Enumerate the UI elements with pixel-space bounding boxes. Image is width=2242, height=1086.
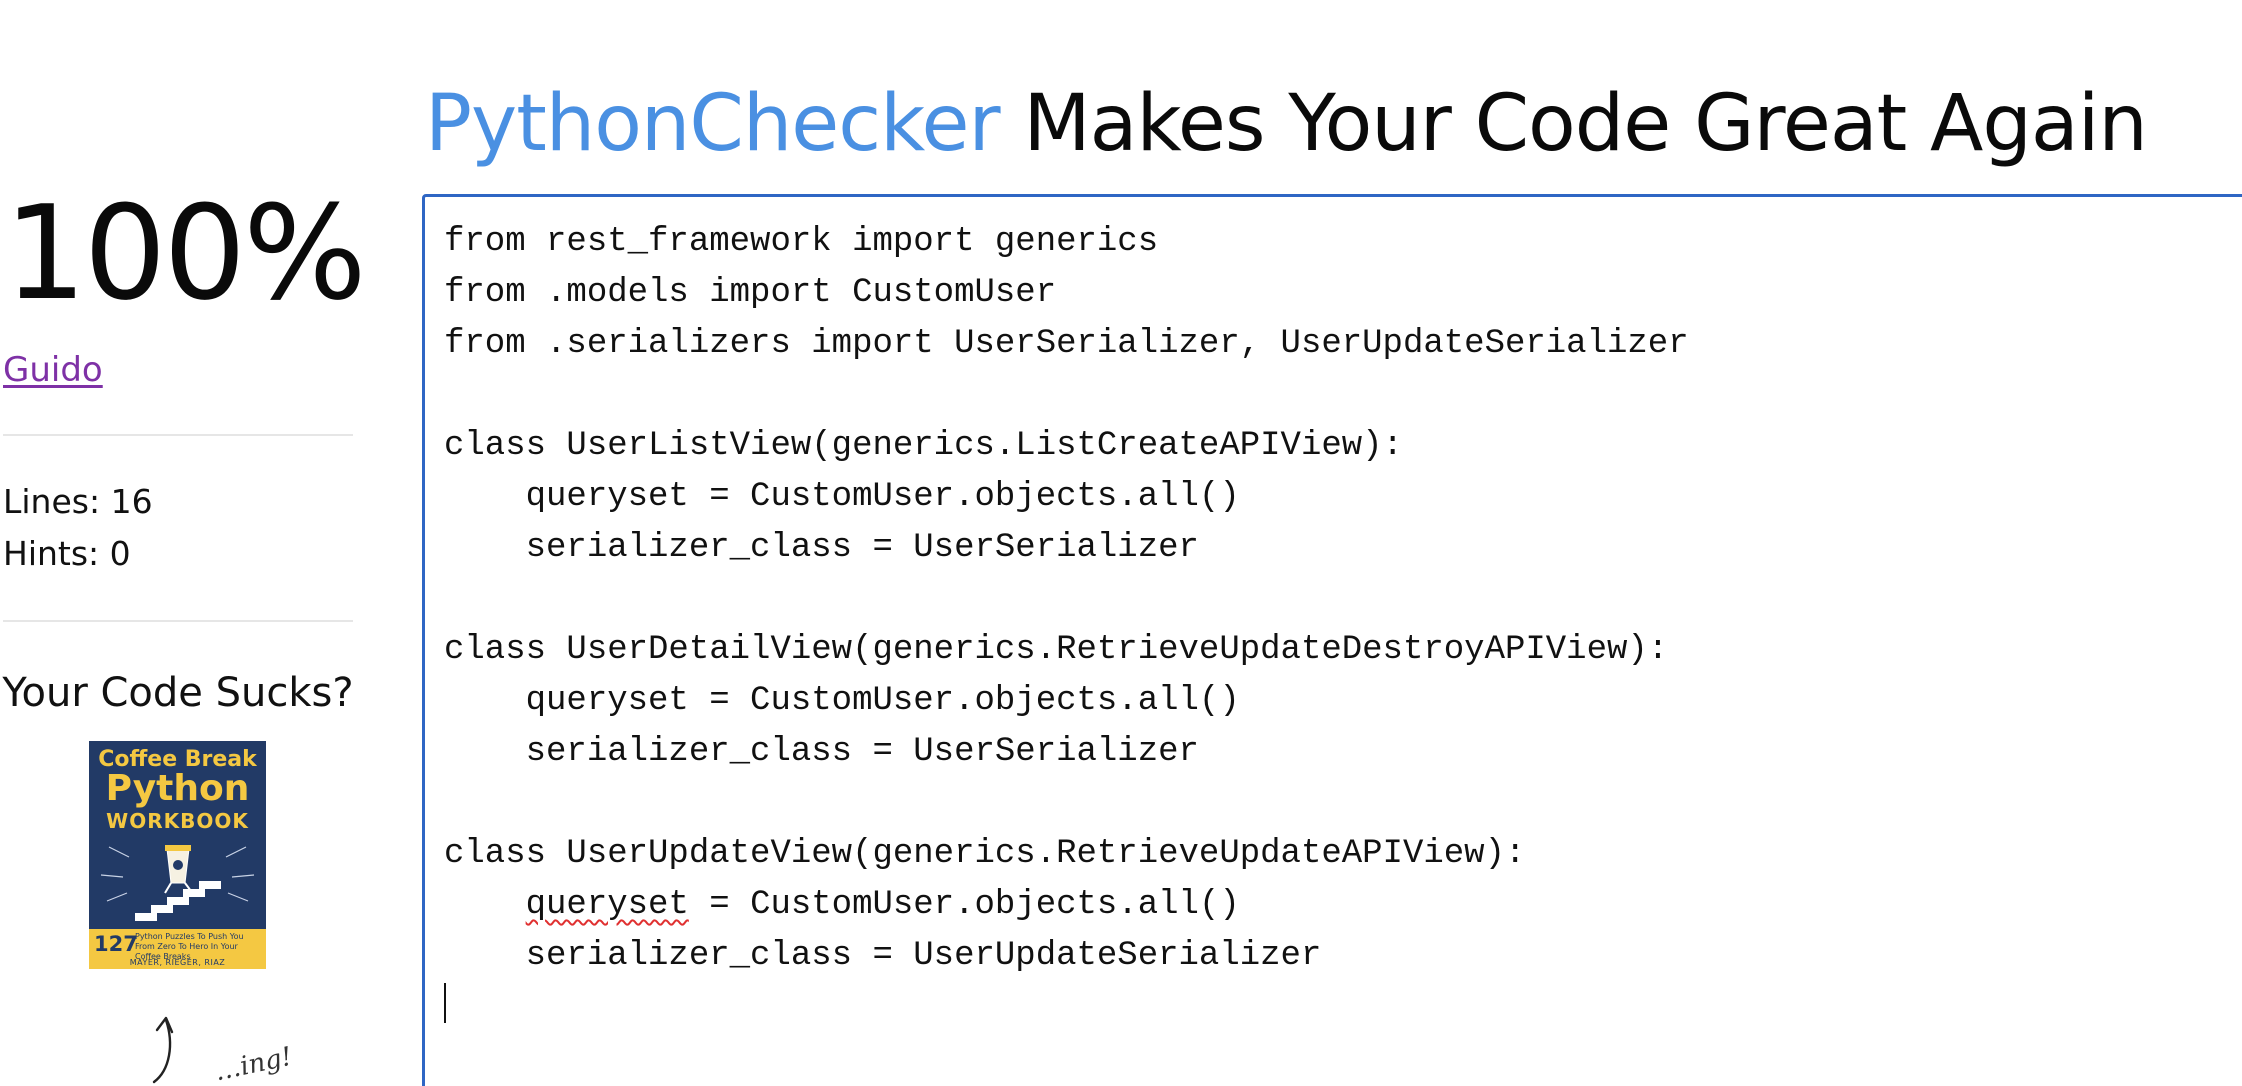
promo-heading: Your Code Sucks? xyxy=(2,670,354,716)
code-line: serializer_class = UserUpdateSerializer xyxy=(444,937,1322,975)
code-content: from rest_framework import generics from … xyxy=(444,217,1689,1033)
code-line-rest: = CustomUser.objects.all() xyxy=(688,886,1240,924)
sidebar: 100% Guido Lines: 16 Hints: 0 Your Code … xyxy=(0,0,366,1086)
code-line: queryset = CustomUser.objects.all() xyxy=(444,478,1240,516)
handwritten-note: …ing! xyxy=(212,1041,295,1086)
book-authors: MAYER, RIEGER, RIAZ xyxy=(129,958,226,967)
code-line: from .serializers import UserSerializer,… xyxy=(444,325,1689,363)
code-line: class UserUpdateView(generics.RetrieveUp… xyxy=(444,835,1526,873)
book-band: 127 Python Puzzles To Push You From Zero… xyxy=(89,929,266,969)
code-line: serializer_class = UserSerializer xyxy=(444,529,1199,567)
divider xyxy=(3,620,353,622)
user-link[interactable]: Guido xyxy=(3,346,103,394)
code-line: serializer_class = UserSerializer xyxy=(444,733,1199,771)
score-display: 100% xyxy=(4,177,367,329)
code-editor[interactable]: from rest_framework import generics from … xyxy=(422,194,2242,1086)
book-puzzle-count: 127 xyxy=(94,932,138,956)
code-line-spellcheck: queryset = CustomUser.objects.all() xyxy=(444,880,1689,931)
code-line: from rest_framework import generics xyxy=(444,223,1159,261)
book-cover-link[interactable]: Coffee Break Python WORKBOOK 127 Python … xyxy=(89,741,266,969)
code-line: class UserListView(generics.ListCreateAP… xyxy=(444,427,1403,465)
book-title-line3: WORKBOOK xyxy=(106,809,249,833)
divider xyxy=(3,434,353,436)
code-line: from .models import CustomUser xyxy=(444,274,1057,312)
hand-drawn-arrow-icon xyxy=(152,1016,174,1084)
coffee-cup-stairs-illustration xyxy=(100,845,255,921)
hints-stat: Hints: 0 xyxy=(3,534,131,573)
spellcheck-underlined-word: queryset xyxy=(525,886,689,924)
book-title-line2: Python xyxy=(105,768,250,809)
page-title: PythonChecker Makes Your Code Great Agai… xyxy=(425,76,2148,172)
code-line: class UserDetailView(generics.RetrieveUp… xyxy=(444,631,1669,669)
text-cursor xyxy=(444,983,446,1023)
brand-name: PythonChecker xyxy=(425,79,1001,169)
code-line: queryset = CustomUser.objects.all() xyxy=(444,682,1240,720)
page: 100% Guido Lines: 16 Hints: 0 Your Code … xyxy=(0,0,2242,1086)
title-tagline: Makes Your Code Great Again xyxy=(999,79,2147,169)
lines-stat: Lines: 16 xyxy=(3,482,153,521)
